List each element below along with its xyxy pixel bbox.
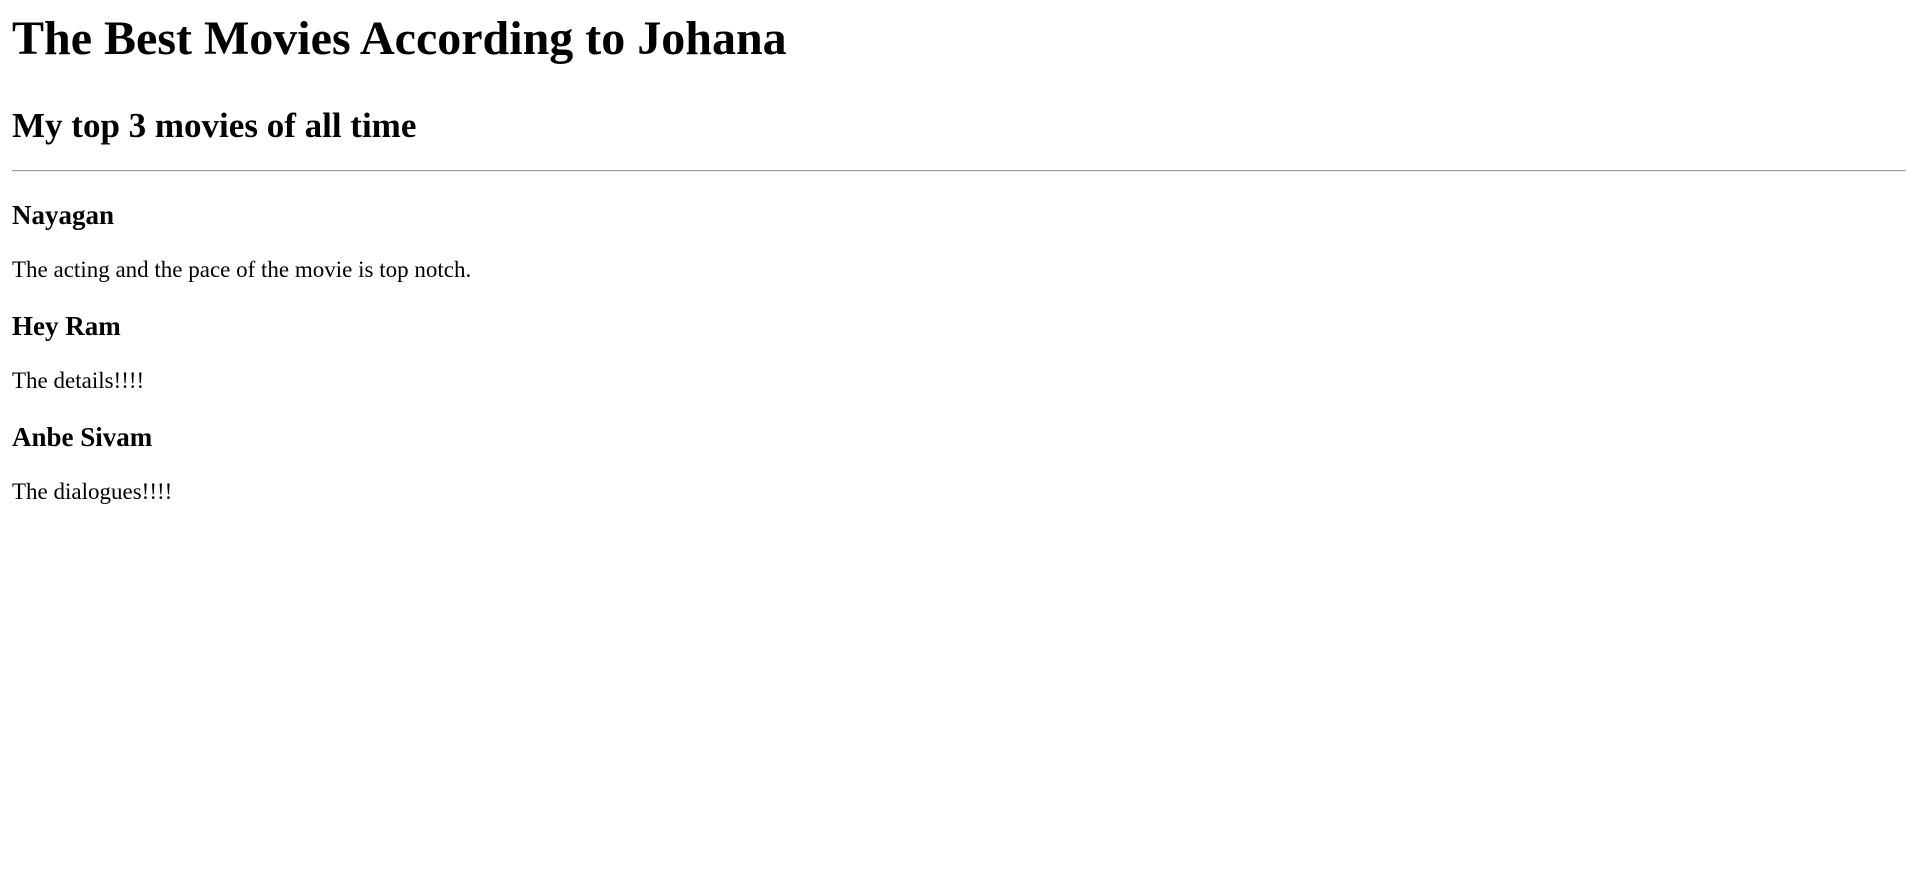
movie-review: The dialogues!!!! (12, 479, 173, 504)
movie-item: Hey Ram The details!!!! (12, 309, 1892, 395)
movie-title: Anbe Sivam (12, 422, 153, 452)
movie-review: The acting and the pace of the movie is … (12, 257, 472, 282)
page-title: The Best Movies According to Johana (12, 12, 787, 65)
divider (12, 170, 1906, 172)
page-subtitle: My top 3 movies of all time (12, 106, 417, 145)
movie-review: The details!!!! (12, 368, 145, 393)
movie-item: Anbe Sivam The dialogues!!!! (12, 420, 1892, 506)
movie-title: Nayagan (12, 200, 115, 230)
page: The Best Movies According to Johana My t… (0, 0, 1906, 883)
movie-title: Hey Ram (12, 311, 121, 341)
movie-item: Nayagan The acting and the pace of the m… (12, 198, 1892, 284)
movie-list: Nayagan The acting and the pace of the m… (12, 198, 1892, 506)
